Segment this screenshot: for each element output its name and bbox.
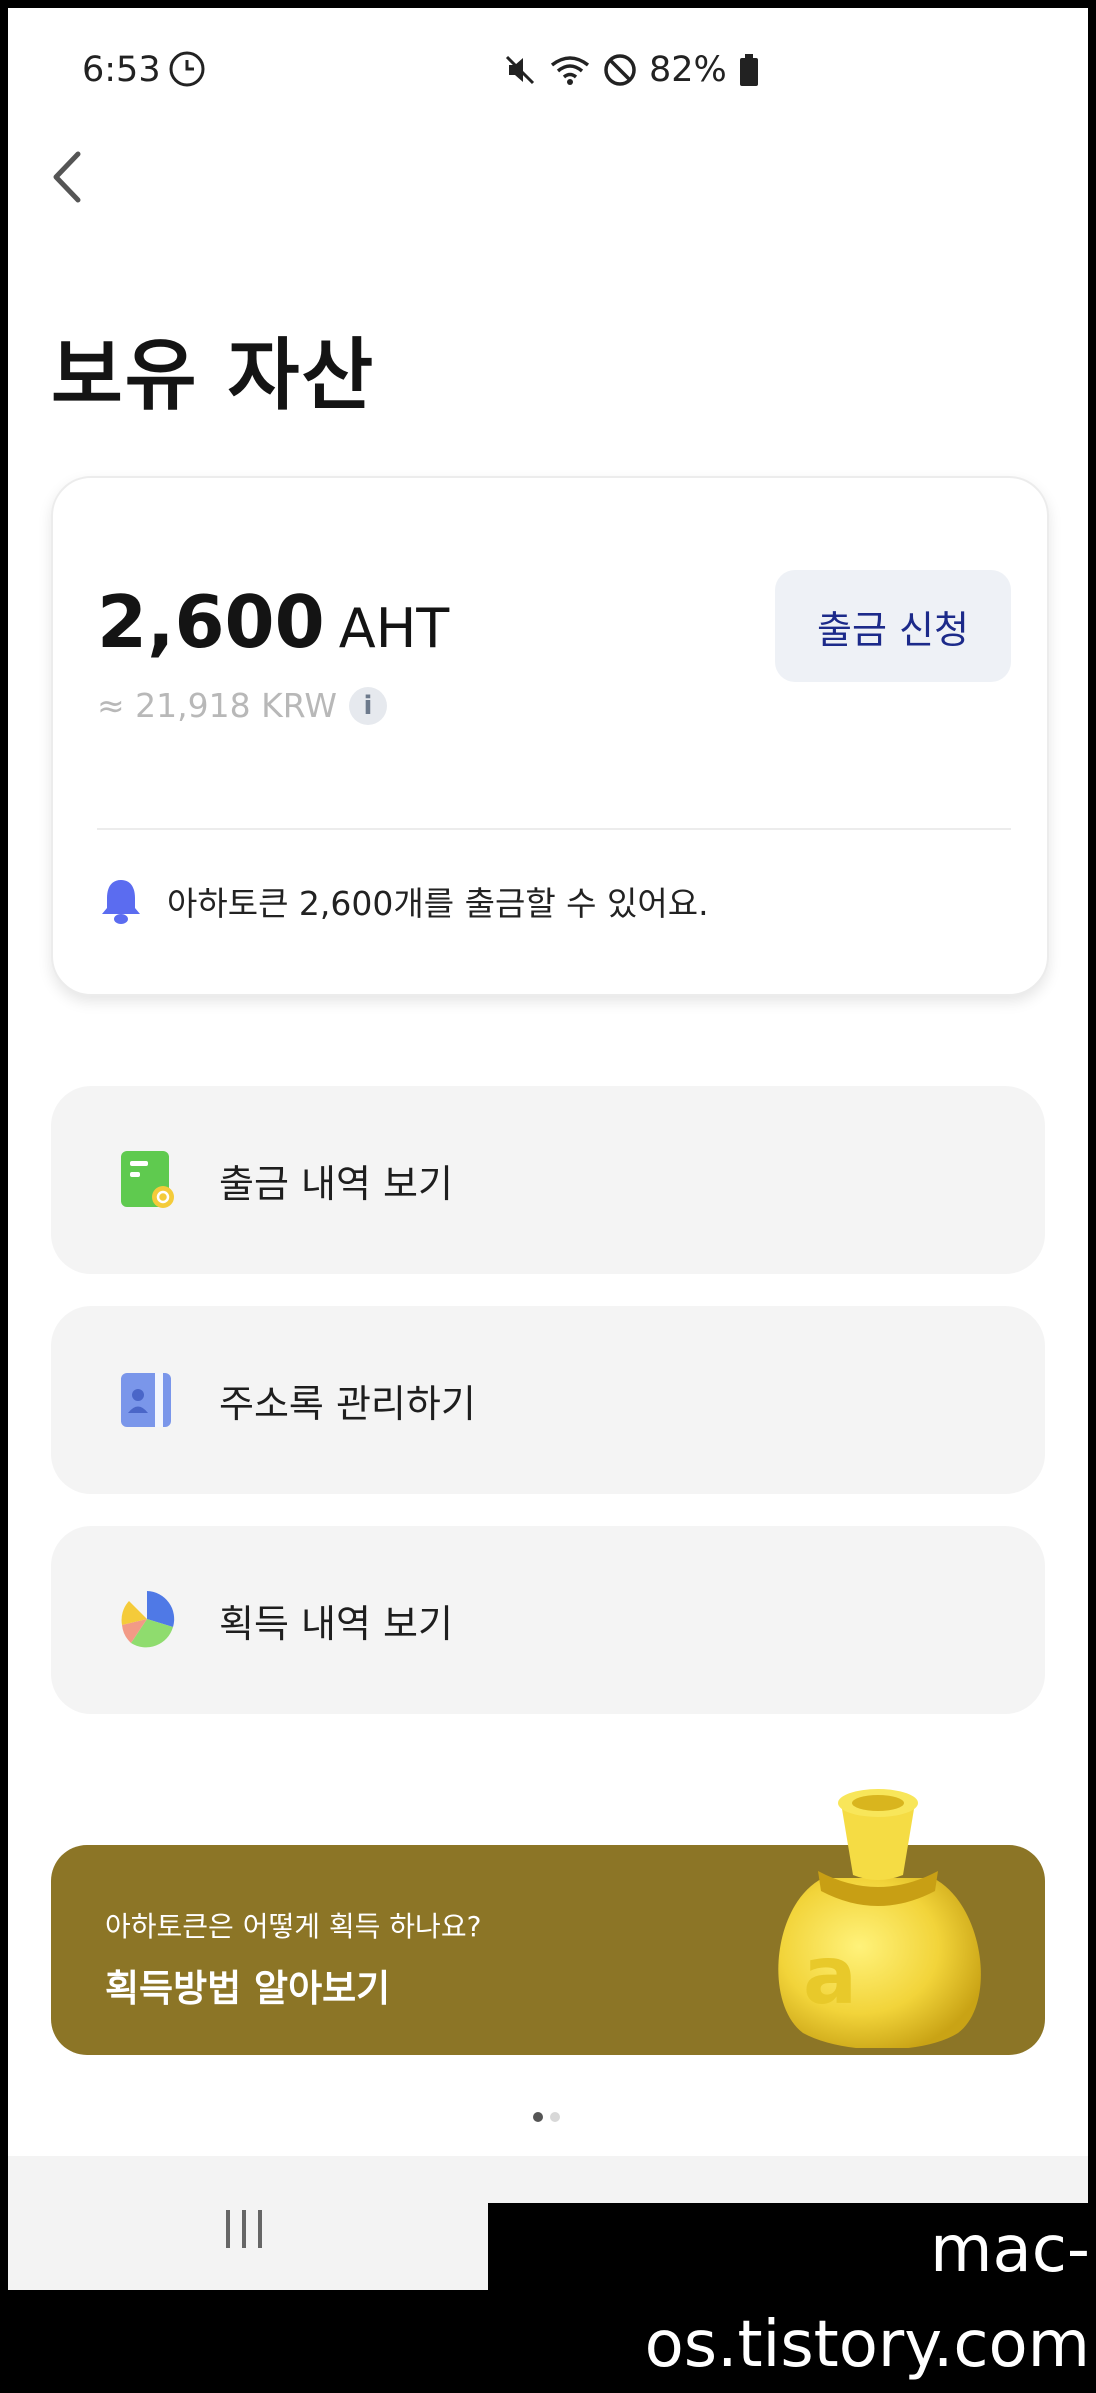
- balance-amount: 2,600 AHT: [97, 580, 449, 664]
- do-not-disturb-icon: [604, 54, 636, 86]
- status-time: 6:53: [82, 50, 161, 90]
- banner-title: 획득방법 알아보기: [105, 1967, 391, 2010]
- banner-subtitle: 아하토큰은 어떻게 획득 하나요?: [105, 1910, 482, 1943]
- token-amount: 2,600: [97, 580, 325, 664]
- krw-value: ≈ 21,918 KRW: [97, 686, 337, 725]
- balance-card: 2,600 AHT ≈ 21,918 KRW i 출금 신청 아하토큰 2,60…: [51, 476, 1049, 996]
- recent-apps-icon[interactable]: [222, 2206, 266, 2252]
- pie-chart-icon: [121, 1591, 175, 1648]
- menu-earning-history[interactable]: 획득 내역 보기: [51, 1526, 1045, 1714]
- menu-label: 출금 내역 보기: [219, 1161, 453, 1206]
- withdraw-history-icon: [121, 1151, 174, 1208]
- menu-label: 주소록 관리하기: [219, 1381, 476, 1426]
- info-icon[interactable]: i: [348, 686, 387, 725]
- krw-value-row: ≈ 21,918 KRW i: [97, 686, 387, 725]
- mute-icon: [505, 55, 535, 85]
- battery-icon: [739, 54, 758, 86]
- app-screen: 6:53 82% 보유 자산 2,600 AHT ≈ 21,918 KRW i …: [8, 8, 1088, 2290]
- back-arrow-icon[interactable]: [42, 142, 98, 212]
- battery-percent: 82%: [649, 50, 727, 90]
- address-book-icon: [121, 1373, 171, 1427]
- bell-icon: [102, 880, 140, 924]
- card-divider: [97, 828, 1011, 830]
- menu-label: 획득 내역 보기: [219, 1601, 453, 1646]
- withdraw-notice: 아하토큰 2,600개를 출금할 수 있어요.: [97, 876, 709, 926]
- carousel-dot: [550, 2112, 560, 2122]
- carousel-dot: [533, 2112, 543, 2122]
- notice-text: 아하토큰 2,600개를 출금할 수 있어요.: [167, 884, 709, 923]
- alarm-clock-icon: [169, 51, 205, 87]
- menu-withdraw-history[interactable]: 출금 내역 보기: [51, 1086, 1045, 1274]
- withdraw-request-button[interactable]: 출금 신청: [775, 570, 1011, 682]
- watermark: mac-os.tistory.com: [488, 2203, 1096, 2382]
- page-title: 보유 자산: [51, 331, 376, 421]
- token-unit: AHT: [338, 597, 450, 660]
- carousel-indicator: [533, 2112, 560, 2122]
- svg-text:a: a: [803, 1929, 857, 2022]
- wifi-icon: [550, 56, 590, 85]
- status-bar: 6:53 82%: [8, 8, 1088, 128]
- status-icons: 82%: [503, 50, 759, 90]
- menu-address-book[interactable]: 주소록 관리하기: [51, 1306, 1045, 1494]
- money-bag-icon: a: [778, 1789, 981, 2048]
